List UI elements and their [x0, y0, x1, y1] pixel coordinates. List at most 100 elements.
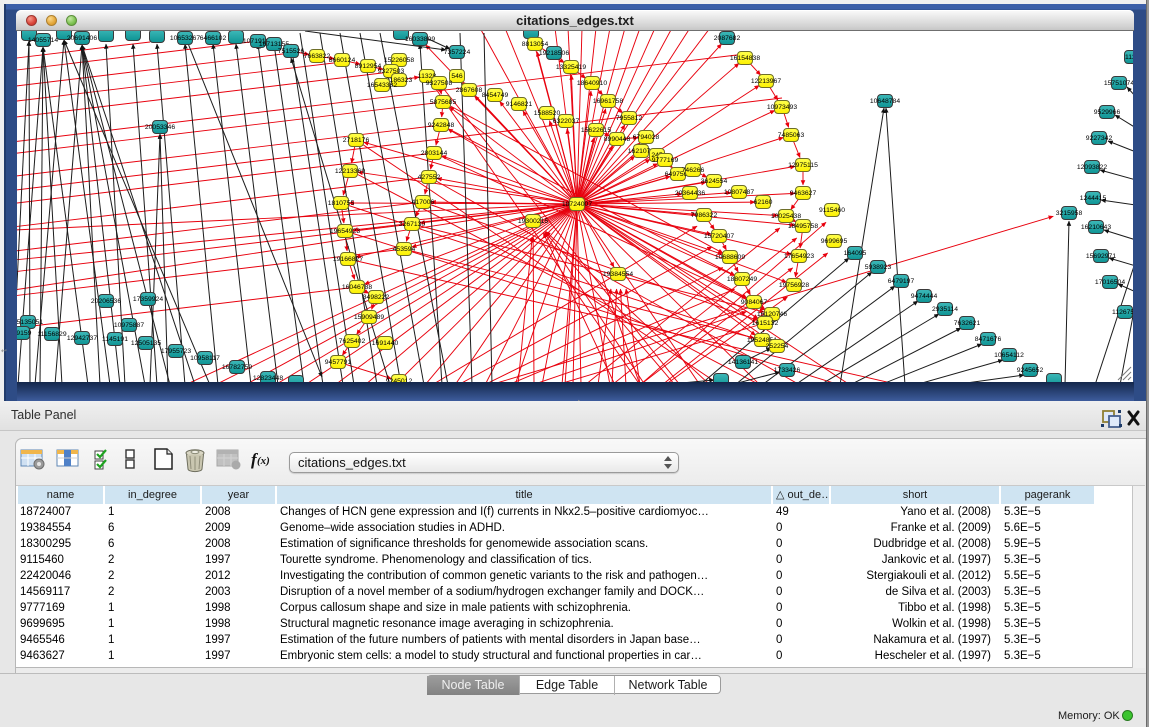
svg-text:9327508: 9327508: [426, 80, 453, 87]
svg-text:6466102: 6466102: [200, 35, 227, 42]
svg-text:10653267: 10653267: [170, 35, 200, 42]
svg-text:18640910: 18640910: [577, 80, 607, 87]
svg-text:15720407: 15720407: [704, 233, 734, 240]
svg-text:12975115: 12975115: [788, 162, 818, 169]
svg-text:19654923: 19654923: [330, 228, 360, 235]
svg-text:3498222: 3498222: [363, 294, 390, 301]
svg-text:10654112: 10654112: [994, 352, 1024, 359]
svg-text:427552: 427552: [418, 174, 441, 181]
svg-text:7515526: 7515526: [278, 48, 305, 55]
svg-text:39159: 39159: [17, 330, 32, 337]
svg-text:7955812: 7955812: [616, 115, 643, 122]
svg-text:17016504: 17016504: [1095, 279, 1125, 286]
svg-text:(x): (x): [257, 455, 270, 467]
svg-text:10973493: 10973493: [767, 104, 797, 111]
svg-text:9457791: 9457791: [325, 359, 352, 366]
svg-text:9115460: 9115460: [819, 207, 845, 214]
svg-text:11156829: 11156829: [37, 331, 66, 338]
svg-text:746266: 746266: [682, 167, 705, 174]
svg-text:1691440: 1691440: [372, 340, 399, 347]
svg-text:15751074: 15751074: [1104, 80, 1133, 87]
svg-text:8454749: 8454749: [482, 92, 509, 99]
svg-text:3267130: 3267130: [399, 221, 426, 228]
svg-text:19166827: 19166827: [333, 256, 363, 263]
svg-text:2087682: 2087682: [714, 35, 741, 42]
svg-text:10958117: 10958117: [190, 355, 220, 362]
svg-text:9084067: 9084067: [741, 299, 768, 306]
svg-text:6794028: 6794028: [633, 134, 660, 141]
svg-text:13325419: 13325419: [556, 64, 586, 71]
svg-text:12093822: 12093822: [1077, 164, 1107, 171]
svg-text:9699695: 9699695: [821, 238, 848, 245]
svg-text:16046788: 16046788: [342, 284, 372, 291]
svg-text:2867608: 2867608: [456, 87, 483, 94]
svg-text:8990448: 8990448: [604, 136, 631, 143]
svg-text:15226058: 15226058: [384, 57, 414, 64]
svg-text:9474444: 9474444: [911, 293, 938, 300]
svg-text:1244415: 1244415: [1080, 195, 1107, 202]
svg-text:1810755: 1810755: [328, 200, 355, 207]
svg-text:2718176: 2718176: [343, 137, 370, 144]
svg-text:16033809: 16033809: [405, 36, 435, 43]
svg-text:8471676: 8471676: [975, 336, 1002, 343]
svg-text:1145191: 1145191: [102, 336, 128, 343]
svg-text:19218506: 19218506: [539, 50, 569, 57]
svg-text:5875685: 5875685: [430, 99, 457, 106]
svg-text:1615132: 1615132: [752, 320, 779, 327]
svg-text:417006: 417006: [412, 199, 435, 206]
svg-text:5938923: 5938923: [865, 264, 892, 271]
svg-text:9777169: 9777169: [652, 157, 679, 164]
svg-text:7357224: 7357224: [444, 49, 471, 56]
svg-text:252254: 252254: [766, 343, 789, 350]
svg-text:9463627: 9463627: [790, 190, 817, 197]
svg-text:9245012: 9245012: [386, 378, 413, 382]
svg-text:2803144: 2803144: [421, 150, 448, 157]
svg-text:9227342: 9227342: [1086, 135, 1113, 142]
svg-text:19756928: 19756928: [779, 282, 809, 289]
svg-text:17359924: 17359924: [133, 296, 163, 303]
svg-text:19384554: 19384554: [603, 271, 633, 278]
svg-text:7625402: 7625402: [339, 338, 366, 345]
svg-text:7485063: 7485063: [778, 132, 805, 139]
svg-text:20691406: 20691406: [67, 35, 97, 42]
svg-text:16154838: 16154838: [730, 55, 760, 62]
svg-text:7663822: 7663822: [304, 53, 331, 60]
svg-text:15909489: 15909489: [354, 314, 384, 321]
svg-text:1117: 1117: [1125, 54, 1133, 61]
svg-text:20206536: 20206536: [91, 298, 121, 305]
svg-text:9529966: 9529966: [1094, 109, 1121, 116]
svg-text:12213369: 12213369: [335, 168, 365, 175]
svg-text:2935114: 2935114: [932, 306, 958, 313]
svg-text:62160: 62160: [754, 199, 773, 206]
svg-text:164095: 164095: [844, 250, 867, 257]
svg-text:6479197: 6479197: [888, 278, 915, 285]
svg-text:16543382: 16543382: [367, 82, 397, 89]
svg-text:10688609: 10688609: [715, 254, 745, 261]
svg-text:17955723: 17955723: [161, 348, 191, 355]
svg-text:9245652: 9245652: [1017, 367, 1044, 374]
svg-text:10807487: 10807487: [724, 189, 754, 196]
svg-text:12823448: 12823448: [253, 375, 283, 382]
svg-text:9242848: 9242848: [428, 122, 455, 129]
svg-text:18495758: 18495758: [788, 223, 818, 230]
svg-text:16210643: 16210643: [1081, 224, 1111, 231]
svg-text:7986322: 7986322: [691, 212, 718, 219]
svg-text:1588520: 1588520: [534, 110, 561, 117]
svg-text:1126753: 1126753: [1112, 309, 1133, 316]
svg-text:8813054: 8813054: [522, 41, 549, 48]
svg-text:14136141: 14136141: [728, 359, 758, 366]
svg-text:10025438: 10025438: [771, 213, 801, 220]
svg-text:12505135: 12505135: [131, 340, 161, 347]
svg-text:7632621: 7632621: [954, 320, 981, 327]
svg-text:8660124: 8660124: [329, 57, 356, 64]
svg-text:15622615: 15622615: [581, 127, 611, 134]
svg-text:9146821: 9146821: [506, 101, 533, 108]
svg-text:12942737: 12942737: [67, 335, 97, 342]
svg-text:14055714: 14055714: [28, 37, 58, 44]
svg-text:12213967: 12213967: [751, 78, 781, 85]
svg-text:19300215: 19300215: [518, 218, 548, 225]
svg-text:18807249: 18807249: [727, 276, 757, 283]
svg-text:453594: 453594: [393, 246, 416, 253]
svg-text:15135051: 15135051: [17, 319, 43, 326]
svg-text:1733426: 1733426: [774, 367, 801, 374]
